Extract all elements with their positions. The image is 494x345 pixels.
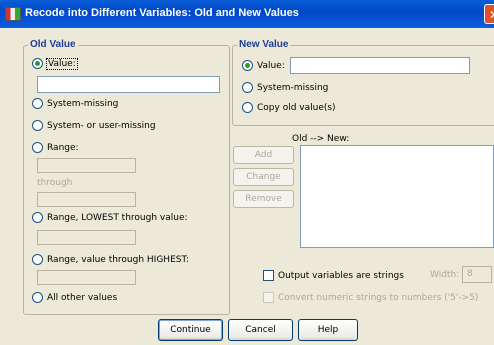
output-strings-checkbox[interactable]: Output variables are strings (263, 270, 404, 281)
range-lowest-input[interactable] (37, 230, 136, 245)
new-value-label: Value: (257, 60, 285, 71)
help-button[interactable]: Help (298, 319, 358, 341)
range-highest-input[interactable] (37, 270, 136, 285)
window-title: Recode into Different Variables: Old and… (25, 7, 299, 19)
old-system-or-user-missing-label: System- or user-missing (47, 120, 156, 131)
through-label: through (37, 178, 73, 188)
old-value-legend: Old Value (28, 39, 78, 50)
range-highest-label: Range, value through HIGHEST: (47, 254, 190, 265)
convert-numeric-label: Convert numeric strings to numbers ('5'-… (278, 292, 479, 303)
copy-old-values-label: Copy old value(s) (257, 102, 336, 113)
all-other-values-label: All other values (47, 292, 118, 303)
new-value-radio[interactable]: Value: (242, 60, 285, 71)
old-range-label: Range: (47, 142, 79, 153)
title-bar[interactable]: Recode into Different Variables: Old and… (0, 0, 494, 28)
range-lowest-radio[interactable]: Range, LOWEST through value: (32, 212, 188, 223)
old-value-label: Value: (46, 57, 78, 70)
width-input[interactable]: 8 (462, 266, 492, 283)
convert-numeric-check-icon (263, 292, 274, 303)
range-from-input[interactable] (37, 158, 136, 173)
old-system-or-user-missing-radio-icon (32, 120, 43, 131)
old-range-radio[interactable]: Range: (32, 142, 79, 153)
range-to-input[interactable] (37, 192, 136, 207)
change-button[interactable]: Change (233, 168, 294, 186)
old-system-missing-radio[interactable]: System-missing (32, 98, 118, 109)
range-lowest-label: Range, LOWEST through value: (47, 212, 188, 223)
new-value-input[interactable] (290, 57, 470, 74)
old-range-radio-icon (32, 142, 43, 153)
old-system-missing-radio-icon (32, 98, 43, 109)
old-system-or-user-missing-radio[interactable]: System- or user-missing (32, 120, 156, 131)
new-value-legend: New Value (237, 39, 291, 50)
output-strings-label: Output variables are strings (278, 270, 404, 281)
app-icon (5, 7, 21, 21)
width-label: Width: (430, 270, 460, 280)
new-system-missing-radio-icon (242, 82, 253, 93)
old-new-list-label: Old --> New: (292, 134, 350, 144)
remove-button[interactable]: Remove (233, 190, 294, 208)
add-button[interactable]: Add (233, 146, 294, 164)
range-highest-radio[interactable]: Range, value through HIGHEST: (32, 254, 189, 265)
copy-old-values-radio[interactable]: Copy old value(s) (242, 102, 336, 113)
output-strings-check-icon (263, 270, 274, 281)
all-other-values-radio[interactable]: All other values (32, 292, 117, 303)
old-system-missing-label: System-missing (47, 98, 119, 109)
new-system-missing-radio[interactable]: System-missing (242, 82, 328, 93)
old-value-radio[interactable]: Value: (32, 57, 78, 70)
convert-numeric-checkbox[interactable]: Convert numeric strings to numbers ('5'-… (263, 292, 478, 303)
range-lowest-radio-icon (32, 212, 43, 223)
old-new-listbox[interactable] (300, 145, 494, 248)
range-highest-radio-icon (32, 254, 43, 265)
old-value-input[interactable] (37, 76, 220, 93)
new-system-missing-label: System-missing (257, 82, 329, 93)
all-other-values-radio-icon (32, 292, 43, 303)
old-value-radio-icon (32, 58, 43, 69)
copy-old-values-radio-icon (242, 102, 253, 113)
cancel-button[interactable]: Cancel (228, 319, 293, 341)
new-value-radio-icon (242, 60, 253, 71)
close-button[interactable]: ✕ (484, 4, 494, 24)
continue-button[interactable]: Continue (158, 319, 223, 341)
